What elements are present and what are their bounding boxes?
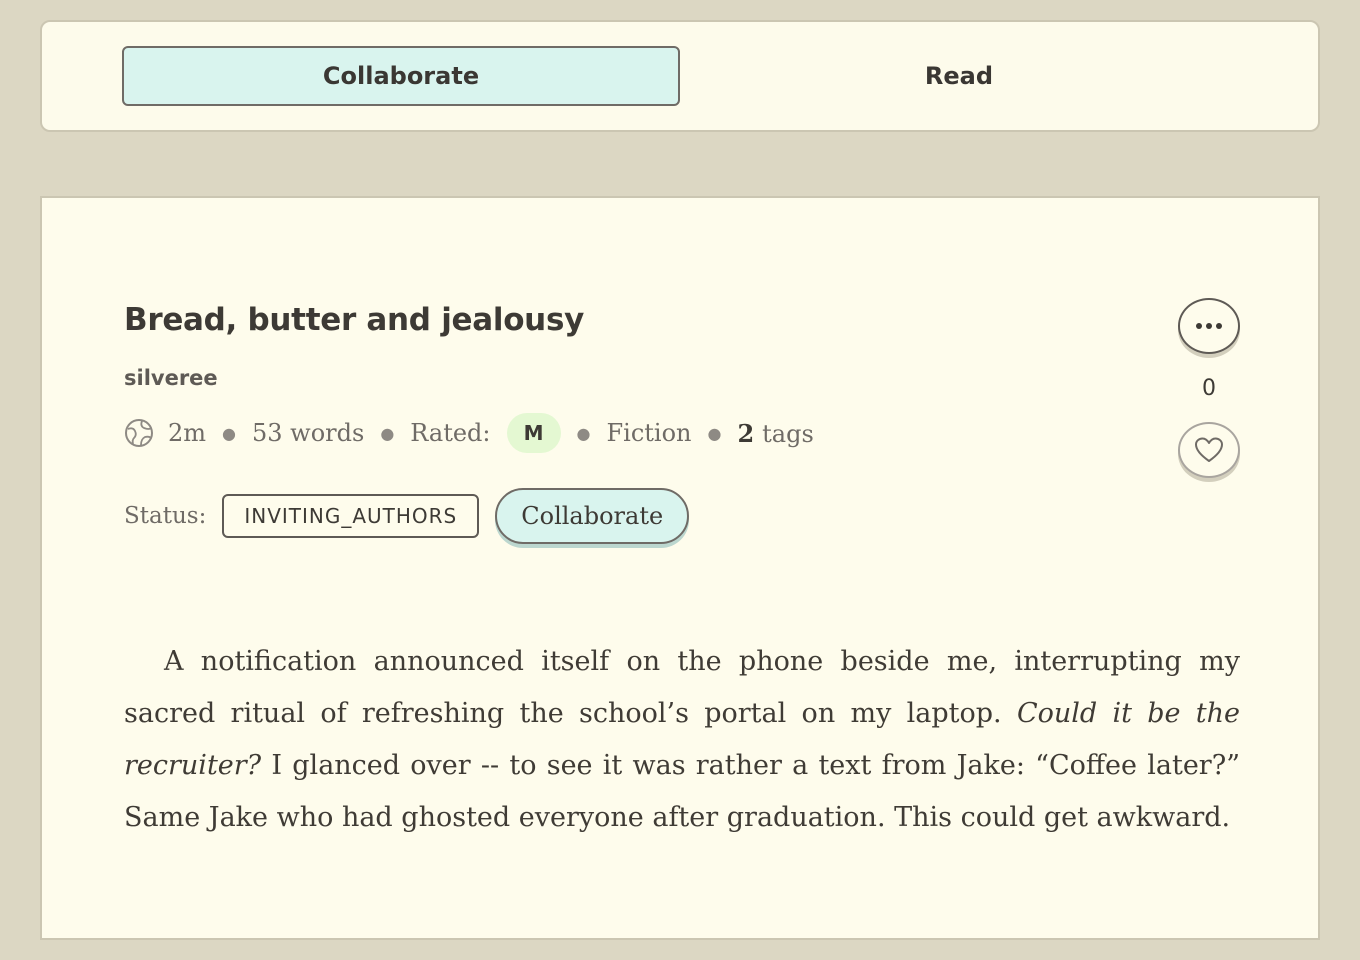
separator-dot: ● — [222, 423, 236, 443]
separator-dot: ● — [576, 423, 591, 443]
tab-collaborate[interactable]: Collaborate — [122, 46, 680, 106]
tags-count: 2 — [737, 418, 755, 448]
word-count: 53 words — [252, 419, 365, 447]
rated-label: Rated: — [410, 419, 491, 447]
story-meta: 2m ● 53 words ● Rated: M ● Fiction ● 2 ta… — [124, 412, 814, 454]
genre[interactable]: Fiction — [606, 419, 691, 447]
status-row: Status: INVITING_AUTHORS Collaborate — [124, 486, 690, 546]
rating-badge: M — [506, 413, 561, 453]
read-time: 2m — [168, 419, 207, 447]
excerpt-text: I glanced over -- to see it was rather a… — [124, 750, 1240, 833]
story-card: Bread, butter and jealousy silveree 2m ●… — [40, 196, 1320, 940]
separator-dot: ● — [380, 423, 395, 443]
mode-tabs: Collaborate Read — [40, 20, 1320, 132]
tab-read[interactable]: Read — [680, 46, 1238, 106]
more-options-button[interactable] — [1178, 298, 1240, 354]
more-horizontal-icon — [1196, 323, 1222, 329]
globe-icon — [125, 419, 153, 447]
like-button[interactable] — [1178, 422, 1240, 478]
status-badge: INVITING_AUTHORS — [222, 494, 480, 538]
tags-link[interactable]: 2 tags — [737, 419, 813, 448]
separator-dot: ● — [707, 423, 722, 443]
story-title[interactable]: Bread, butter and jealousy — [124, 302, 584, 338]
collaborate-button[interactable]: Collaborate — [495, 488, 690, 544]
story-author[interactable]: silveree — [124, 366, 218, 390]
like-count: 0 — [1202, 376, 1216, 401]
heart-icon — [1195, 437, 1223, 462]
tags-label: tags — [762, 419, 814, 448]
status-label: Status: — [124, 503, 207, 529]
story-excerpt: A notification announced itself on the p… — [124, 636, 1240, 844]
